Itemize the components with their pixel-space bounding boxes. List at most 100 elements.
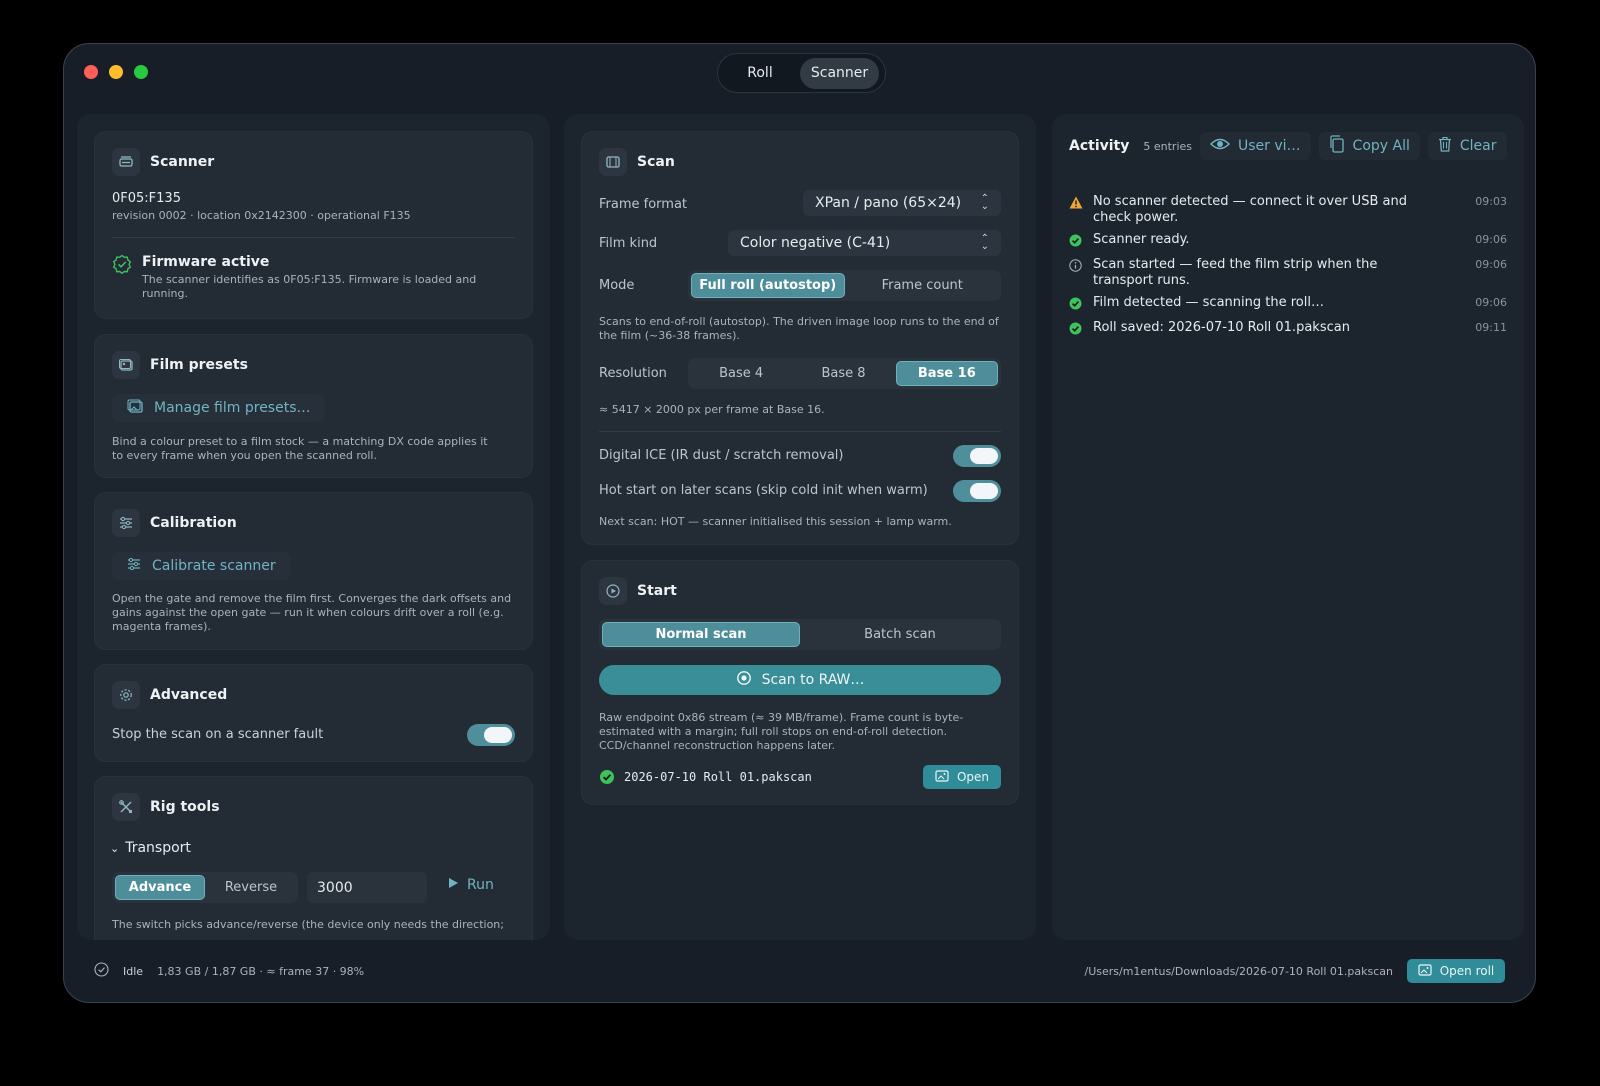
app-window: Roll Scanner Scanner 0F05:F135 revision … [63,43,1536,1003]
advance-option[interactable]: Advance [115,875,205,900]
run-label: Run [467,877,494,893]
start-card: Start Normal scan Batch scan Scan to RAW… [581,560,1019,805]
film-presets-icon [112,351,140,379]
check-circle-icon [1069,297,1083,314]
middle-panel: Scan Frame format XPan / pano (65×24) ⌃ ⌄… [564,114,1036,940]
copy-icon [1329,135,1345,157]
scan-to-raw-button[interactable]: Scan to RAW… [599,665,1001,695]
record-icon [736,670,752,690]
log-entry-text: Scan started — feed the film strip when … [1093,257,1378,288]
tab-scanner[interactable]: Scanner [800,57,879,89]
film-frame-icon [599,148,627,176]
info-icon [1069,259,1083,289]
advanced-title: Advanced [150,687,228,703]
resolution-segmented: Base 4 Base 8 Base 16 [688,358,1001,389]
log-entry: No scanner detected — connect it over US… [1069,194,1507,226]
rig-tools-card: Rig tools ⌄ Transport Advance Reverse 30… [94,776,533,940]
resolution-base-4[interactable]: Base 4 [691,361,791,386]
saved-file-name: 2026-07-10 Roll 01.pakscan [624,770,812,784]
device-details: revision 0002 · location 0x2142300 · ope… [112,209,411,222]
photo-icon [935,769,949,785]
activity-count: 5 entries [1143,139,1192,153]
chevron-down-icon: ⌄ [110,841,120,855]
reverse-option[interactable]: Reverse [207,875,295,900]
copy-all-label: Copy All [1352,138,1410,154]
log-entry-time: 09:03 [1475,195,1507,208]
log-entry: Roll saved: 2026-07-10 Roll 01.pakscan 0… [1069,320,1507,339]
zoom-window-button[interactable] [134,65,148,79]
scan-to-raw-label: Scan to RAW… [761,672,865,688]
next-scan-note: Next scan: HOT — scanner initialised thi… [599,515,952,528]
transport-direction: Advance Reverse [112,872,298,903]
scanner-card-title: Scanner [150,154,215,170]
resolution-base-8[interactable]: Base 8 [793,361,893,386]
gear-icon [112,681,140,709]
film-presets-title: Film presets [150,357,248,373]
open-roll-button[interactable]: Open roll [1407,959,1505,983]
warning-icon [1069,196,1083,226]
transport-disclosure[interactable]: ⌄ Transport [110,840,191,856]
activity-title: Activity [1069,138,1130,154]
start-title: Start [637,583,677,599]
rig-tools-title: Rig tools [150,799,220,815]
scan-mode-segmented: Normal scan Batch scan [599,619,1001,650]
mode-desc: Scans to end-of-roll (autostop). The dri… [599,315,999,342]
scan-card: Scan Frame format XPan / pano (65×24) ⌃ ⌄… [581,131,1019,545]
chevron-updown-icon: ⌃ ⌄ [980,193,989,212]
sliders-icon [112,509,140,537]
log-entry: Film detected — scanning the roll… 09:06 [1069,295,1507,314]
log-entry-text: Scanner ready. [1093,232,1190,247]
hot-start-label: Hot start on later scans (skip cold init… [599,483,928,498]
film-kind-label: Film kind [599,236,658,251]
frame-format-value: XPan / pano (65×24) [815,195,962,211]
manage-presets-label: Manage film presets… [154,400,311,416]
log-entry-time: 09:06 [1475,233,1507,246]
activity-log: No scanner detected — connect it over US… [1069,194,1507,345]
steps-input[interactable]: 3000 [307,872,427,903]
ice-toggle[interactable] [953,445,1001,467]
photo-icon [1418,963,1432,979]
run-button[interactable]: Run [447,877,494,893]
open-file-button[interactable]: Open [923,765,1001,789]
status-progress: 1,83 GB / 1,87 GB · ≈ frame 37 · 98% [157,964,365,978]
firmware-desc: The scanner identifies as 0F05:F135. Fir… [142,273,477,300]
mode-frame-count[interactable]: Frame count [847,273,999,298]
hot-start-toggle[interactable] [953,480,1001,502]
stop-on-fault-toggle[interactable] [467,724,515,746]
mode-full-roll[interactable]: Full roll (autostop) [691,273,845,298]
check-shield-icon [112,254,132,278]
normal-scan-option[interactable]: Normal scan [602,622,800,647]
log-entry-text: Roll saved: 2026-07-10 Roll 01.pakscan [1093,320,1350,335]
view-switcher: Roll Scanner [717,53,886,93]
calibrate-scanner-button[interactable]: Calibrate scanner [112,552,290,580]
resolution-desc: ≈ 5417 × 2000 px per frame at Base 16. [599,403,825,416]
user-view-button[interactable]: User vi… [1200,132,1311,160]
film-kind-value: Color negative (C-41) [740,235,891,251]
minimize-window-button[interactable] [109,65,123,79]
transport-label: Transport [125,840,191,856]
mode-label: Mode [599,278,635,293]
chevron-updown-icon: ⌃ ⌄ [980,233,989,252]
trash-icon [1438,136,1452,156]
batch-scan-option[interactable]: Batch scan [802,622,998,647]
tools-icon [112,793,140,821]
open-roll-label: Open roll [1439,964,1495,978]
resolution-base-16[interactable]: Base 16 [895,361,998,386]
tab-roll[interactable]: Roll [722,58,798,89]
clear-button[interactable]: Clear [1427,132,1507,160]
status-check-icon [94,961,109,981]
film-kind-select[interactable]: Color negative (C-41) ⌃ ⌄ [728,230,1001,256]
close-window-button[interactable] [84,65,98,79]
status-file-path: /Users/m1entus/Downloads/2026-07-10 Roll… [1084,964,1394,978]
log-entry: Scanner ready. 09:06 [1069,232,1507,251]
check-circle-icon [1069,322,1083,339]
copy-all-button[interactable]: Copy All [1318,132,1420,160]
activity-panel: Activity 5 entries User vi… Copy All Cle… [1052,114,1524,940]
manage-presets-button[interactable]: Manage film presets… [112,394,325,422]
left-panel: Scanner 0F05:F135 revision 0002 · locati… [77,114,550,940]
presets-desc: Bind a colour preset to a film stock — a… [112,435,488,462]
frame-format-select[interactable]: XPan / pano (65×24) ⌃ ⌄ [803,190,1001,216]
play-circle-icon [599,577,627,605]
log-entry-text: Film detected — scanning the roll… [1093,295,1324,310]
log-entry-text: No scanner detected — connect it over US… [1093,194,1407,225]
